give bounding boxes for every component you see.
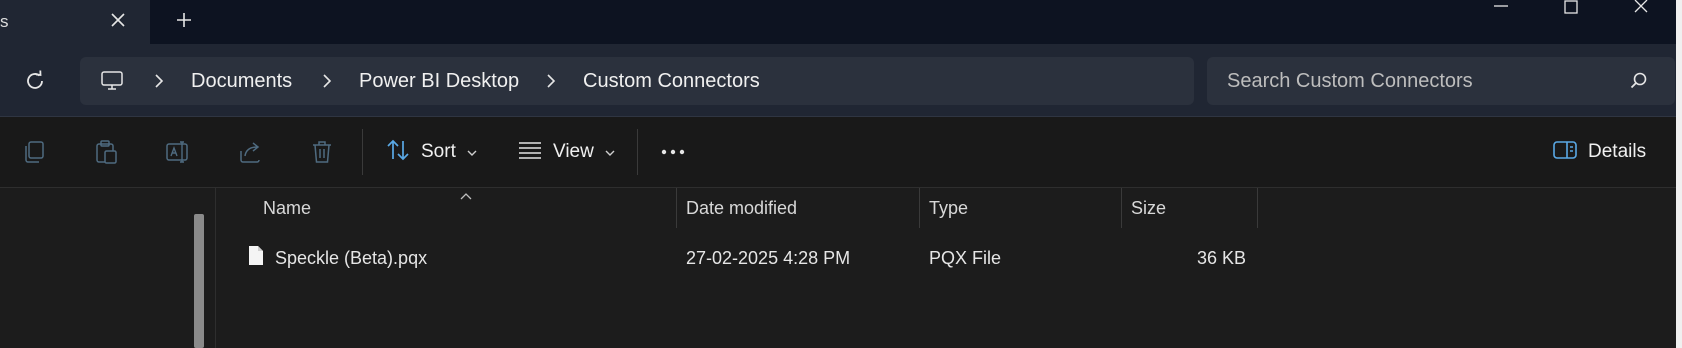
minimize-icon[interactable] <box>1486 0 1516 20</box>
more-icon[interactable] <box>660 139 686 165</box>
sort-icon <box>385 137 411 168</box>
maximize-icon[interactable] <box>1556 0 1586 20</box>
chevron-right-icon[interactable] <box>320 72 334 90</box>
search-input[interactable]: Search Custom Connectors <box>1227 70 1473 93</box>
file-icon <box>248 245 264 266</box>
sort-ascending-icon <box>459 187 473 200</box>
rename-icon[interactable] <box>165 139 191 165</box>
details-button[interactable]: Details <box>1552 131 1646 173</box>
file-date-modified: 27-02-2025 4:28 PM <box>686 248 851 268</box>
file-size: 36 KB <box>1196 248 1246 268</box>
column-divider[interactable] <box>1257 188 1258 228</box>
title-bar: s <box>0 0 1682 44</box>
file-name[interactable]: Speckle (Beta).pqx <box>275 248 427 269</box>
column-header-size[interactable]: Size <box>1131 198 1166 219</box>
view-label: View <box>553 141 594 162</box>
address-row: Documents Power BI Desktop Custom Connec… <box>0 44 1676 117</box>
view-button[interactable]: View <box>517 131 616 173</box>
window-close-icon[interactable] <box>1626 0 1656 20</box>
explorer-tab[interactable]: s <box>0 0 150 44</box>
chevron-right-icon[interactable] <box>544 72 558 90</box>
sort-button[interactable]: Sort <box>385 131 478 173</box>
column-divider[interactable] <box>676 188 677 228</box>
chevron-down-icon <box>466 146 478 158</box>
breadcrumb-documents[interactable]: Documents <box>191 70 292 93</box>
paste-icon[interactable] <box>93 139 119 165</box>
command-bar: Sort View Details <box>0 117 1676 188</box>
refresh-icon[interactable] <box>22 68 48 94</box>
column-divider[interactable] <box>919 188 920 228</box>
navigation-pane[interactable] <box>0 188 215 348</box>
copy-icon[interactable] <box>21 139 47 165</box>
column-header-type[interactable]: Type <box>929 198 968 219</box>
search-box[interactable]: Search Custom Connectors <box>1207 57 1675 105</box>
plus-icon[interactable] <box>174 10 194 30</box>
chevron-right-icon[interactable] <box>152 72 166 90</box>
column-divider[interactable] <box>1121 188 1122 228</box>
column-header-date-modified[interactable]: Date modified <box>686 198 797 219</box>
this-pc-icon[interactable] <box>100 69 124 93</box>
toolbar-divider <box>362 129 363 175</box>
details-pane-icon <box>1552 139 1578 166</box>
close-icon[interactable] <box>108 10 128 30</box>
nav-scrollbar[interactable] <box>194 214 204 348</box>
breadcrumb[interactable]: Documents Power BI Desktop Custom Connec… <box>80 57 1194 105</box>
tab-title: s <box>0 12 9 31</box>
sort-label: Sort <box>421 141 456 162</box>
details-label: Details <box>1588 141 1647 162</box>
file-type: PQX File <box>929 248 1002 268</box>
delete-icon[interactable] <box>309 139 335 165</box>
view-icon <box>517 137 543 168</box>
window-edge <box>1676 0 1682 348</box>
column-header-name[interactable]: Name <box>263 198 311 219</box>
share-icon[interactable] <box>237 139 263 165</box>
breadcrumb-power-bi-desktop[interactable]: Power BI Desktop <box>359 70 519 93</box>
search-icon[interactable] <box>1629 71 1649 91</box>
toolbar-divider <box>637 129 638 175</box>
chevron-down-icon <box>604 146 616 158</box>
pane-divider[interactable] <box>215 188 216 348</box>
breadcrumb-custom-connectors[interactable]: Custom Connectors <box>583 70 760 93</box>
